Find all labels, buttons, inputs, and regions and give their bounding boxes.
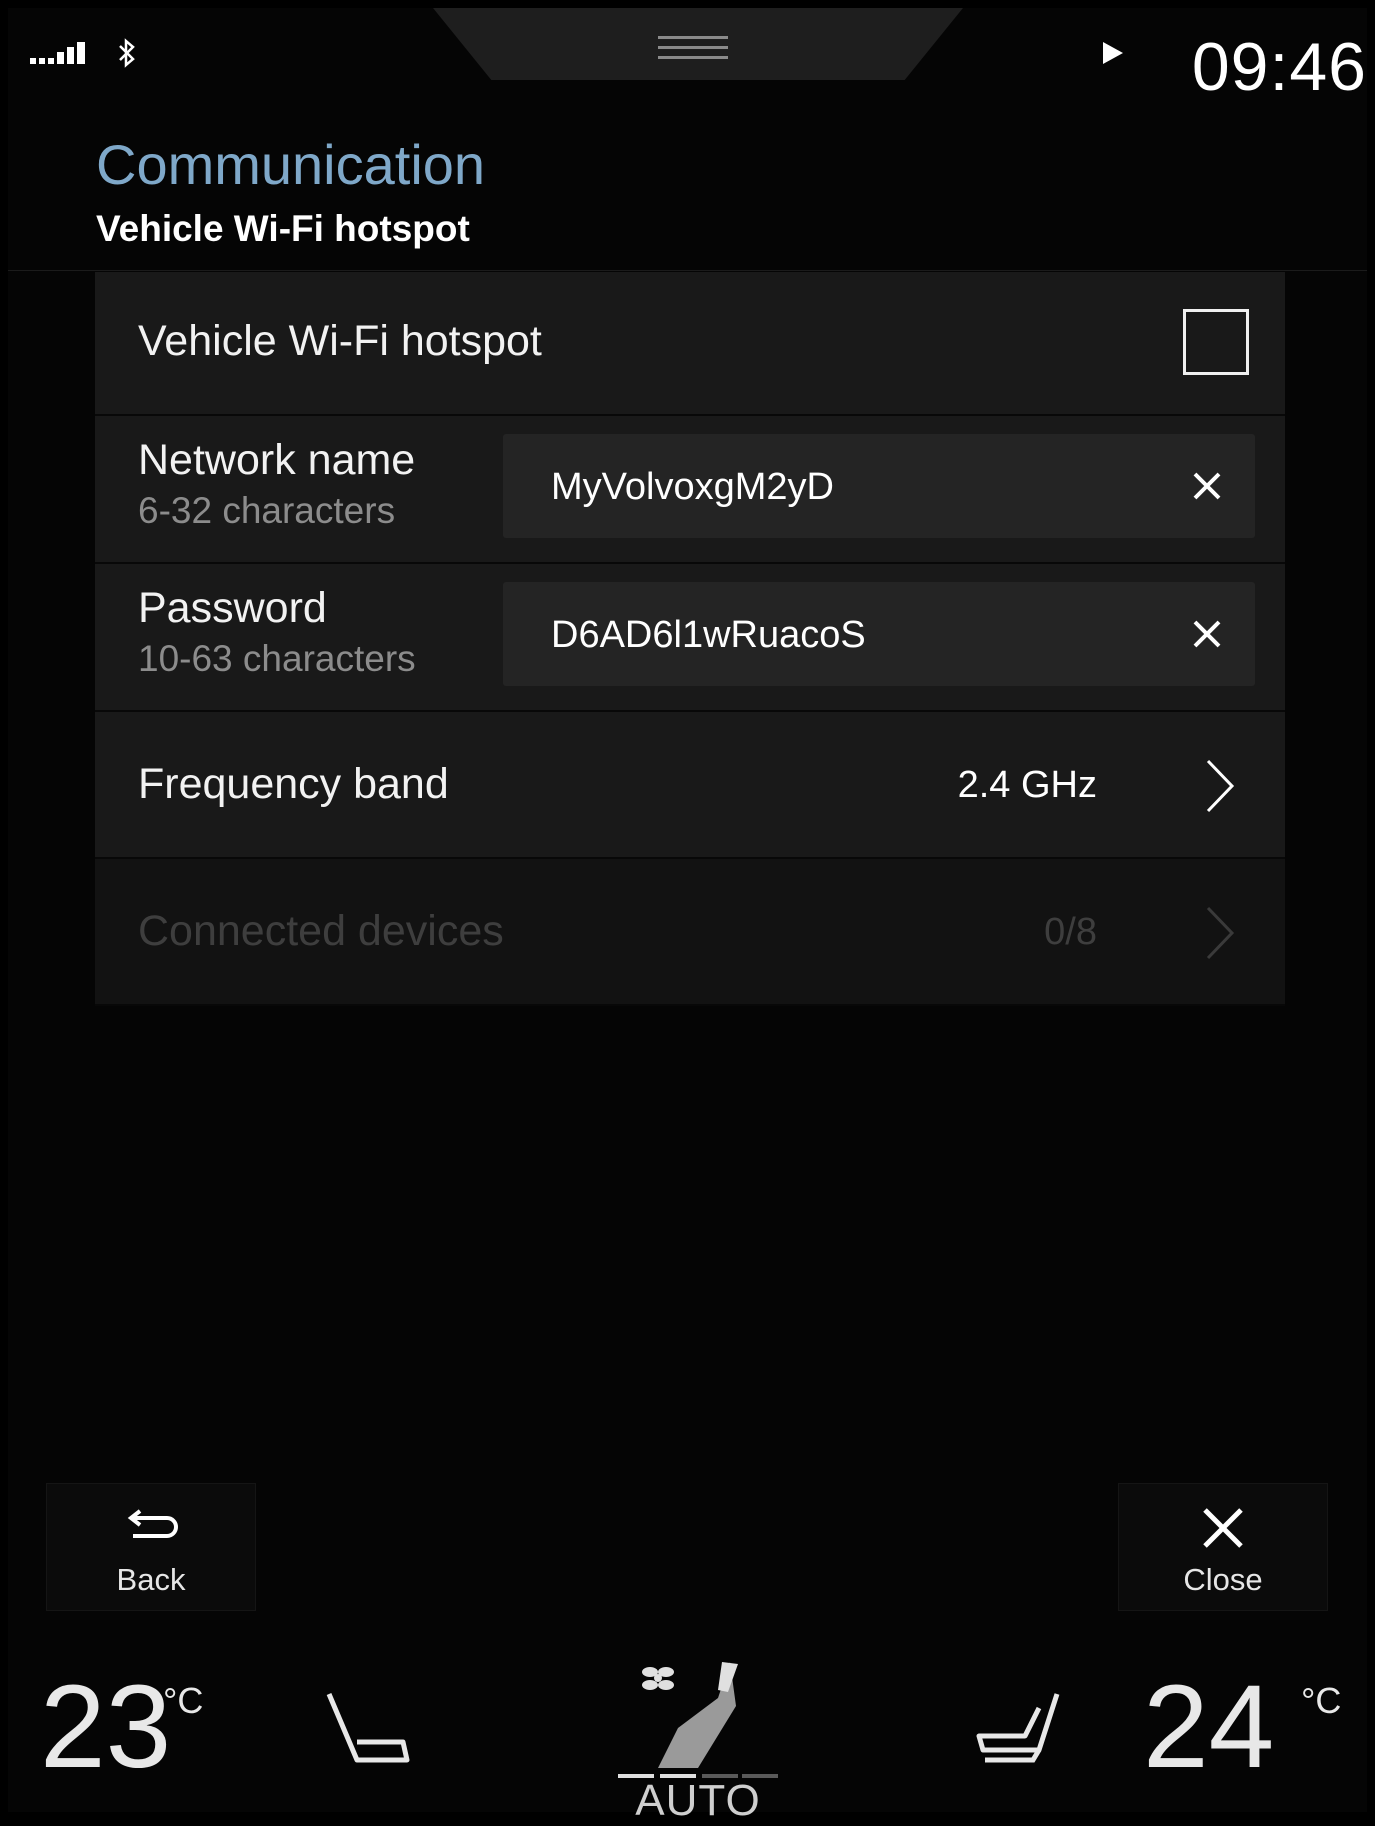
chevron-right-icon[interactable] (1205, 758, 1235, 814)
passenger-temperature[interactable]: 24 (1143, 1668, 1274, 1786)
driver-temperature-unit: °C (163, 1680, 204, 1721)
infotainment-screen: 09:46 Communication Vehicle Wi-Fi hotspo… (8, 8, 1367, 1825)
frequency-band-value: 2.4 GHz (957, 764, 1097, 806)
network-name-field[interactable]: MyVolvoxgM2yD (503, 434, 1255, 538)
network-name-value[interactable]: MyVolvoxgM2yD (551, 466, 834, 509)
driver-temperature[interactable]: 23 (40, 1668, 171, 1786)
climate-auto-button[interactable]: AUTO (618, 1658, 778, 1825)
password-field[interactable]: D6AD6l1wRuacoS (503, 582, 1255, 686)
hotspot-toggle-label: Vehicle Wi-Fi hotspot (138, 317, 542, 365)
connected-devices-row: Connected devices 0/8 (95, 859, 1285, 1006)
hotspot-checkbox[interactable] (1183, 309, 1249, 375)
password-row: Password 10-63 characters D6AD6l1wRuacoS (95, 564, 1285, 712)
play-icon (1103, 42, 1123, 64)
back-button[interactable]: Back (46, 1483, 256, 1611)
back-label: Back (116, 1562, 186, 1597)
close-button[interactable]: Close (1118, 1483, 1328, 1611)
auto-mode-label: AUTO (635, 1776, 761, 1825)
password-hint: 10-63 characters (138, 638, 416, 679)
password-label: Password (138, 584, 327, 632)
bluetooth-icon (119, 38, 135, 68)
close-icon (1203, 1508, 1243, 1548)
password-value[interactable]: D6AD6l1wRuacoS (551, 614, 866, 657)
network-name-label: Network name (138, 436, 416, 484)
connected-devices-count: 0/8 (1044, 911, 1097, 953)
network-name-hint: 6-32 characters (138, 490, 396, 531)
seat-icon[interactable] (973, 1688, 1063, 1772)
page-subtitle: Vehicle Wi-Fi hotspot (96, 208, 470, 249)
close-icon[interactable] (1189, 616, 1225, 652)
connected-devices-label: Connected devices (138, 907, 504, 955)
network-name-row: Network name 6-32 characters MyVolvoxgM2… (95, 416, 1285, 564)
seat-icon[interactable] (323, 1688, 413, 1772)
handle-grip-icon[interactable] (658, 36, 728, 66)
signal-strength-icon (30, 42, 85, 64)
header-divider (8, 270, 1367, 271)
frequency-band-row[interactable]: Frequency band 2.4 GHz (95, 712, 1285, 859)
fan-airflow-icon (618, 1662, 778, 1778)
passenger-temperature-unit: °C (1301, 1680, 1342, 1721)
back-arrow-icon (127, 1509, 178, 1538)
close-icon[interactable] (1189, 468, 1225, 504)
frequency-band-label: Frequency band (138, 760, 449, 808)
close-label: Close (1183, 1562, 1263, 1597)
hotspot-toggle-row[interactable]: Vehicle Wi-Fi hotspot (95, 272, 1285, 416)
chevron-right-icon (1206, 906, 1235, 960)
status-bar: 09:46 (8, 8, 1367, 118)
clock: 09:46 (1191, 29, 1367, 105)
settings-list: Vehicle Wi-Fi hotspot Network name 6-32 … (95, 272, 1285, 1006)
page-title: Communication (96, 133, 486, 196)
